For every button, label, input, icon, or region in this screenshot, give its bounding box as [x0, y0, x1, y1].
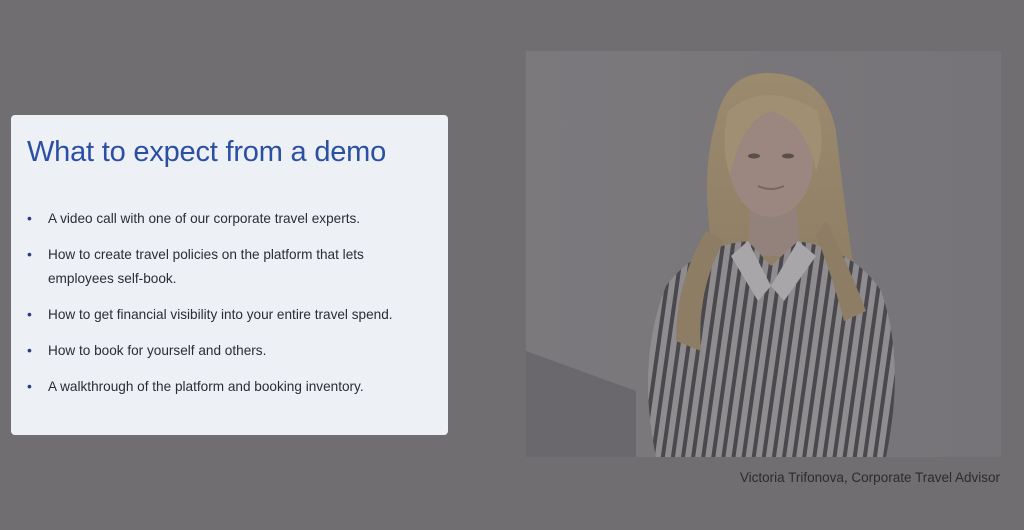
- list-item: • How to get financial visibility into y…: [27, 303, 426, 327]
- list-item-text: A video call with one of our corporate t…: [48, 211, 361, 226]
- list-item: • A video call with one of our corporate…: [27, 207, 426, 231]
- list-item: • How to book for yourself and others.: [27, 339, 426, 363]
- expectations-list: • A video call with one of our corporate…: [27, 207, 426, 399]
- list-item-text: A walkthrough of the platform and bookin…: [48, 379, 364, 394]
- bullet-icon: •: [27, 378, 32, 394]
- list-item: • How to create travel policies on the p…: [27, 243, 426, 291]
- card-title: What to expect from a demo: [27, 136, 387, 168]
- bullet-icon: •: [27, 246, 32, 262]
- list-item-text: How to book for yourself and others.: [48, 343, 267, 358]
- bullet-icon: •: [27, 210, 32, 226]
- demo-info-card: What to expect from a demo • A video cal…: [11, 115, 448, 435]
- list-item-text: How to create travel policies on the pla…: [48, 247, 364, 286]
- list-item: • A walkthrough of the platform and book…: [27, 375, 426, 399]
- bullet-icon: •: [27, 342, 32, 358]
- advisor-photo: [526, 51, 1001, 457]
- photo-caption: Victoria Trifonova, Corporate Travel Adv…: [739, 470, 1000, 485]
- list-item-text: How to get financial visibility into you…: [48, 307, 393, 322]
- bullet-icon: •: [27, 306, 32, 322]
